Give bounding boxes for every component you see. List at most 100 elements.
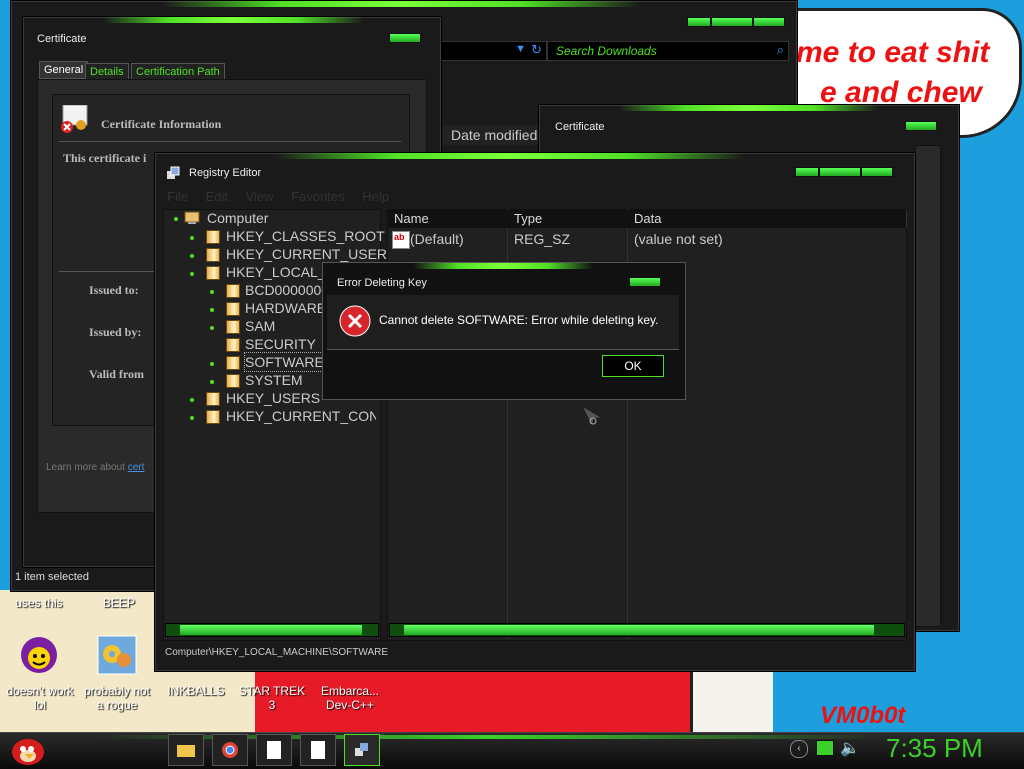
- certificate-2-panel-edge: [915, 145, 941, 627]
- search-icon[interactable]: ⌕: [777, 42, 784, 58]
- desktop-icon-label-gears[interactable]: probably not a rogue: [80, 684, 154, 712]
- list-row-data[interactable]: (value not set): [634, 230, 723, 248]
- tree-item-security[interactable]: SECURITY: [245, 335, 316, 353]
- registry-maximize-button[interactable]: [819, 167, 861, 177]
- folder-icon: [206, 230, 220, 244]
- folder-icon: [206, 392, 220, 406]
- error-dialog-body: Cannot delete SOFTWARE: Error while dele…: [327, 295, 679, 350]
- tree-item-hkey-users[interactable]: HKEY_USERS: [226, 389, 320, 407]
- expand-icon[interactable]: [190, 236, 194, 240]
- folder-icon: [206, 248, 220, 262]
- certificate-title: Certificate: [37, 33, 87, 45]
- explorer-glow: [161, 1, 641, 7]
- expand-icon[interactable]: [190, 398, 194, 402]
- explorer-close-button[interactable]: [753, 17, 785, 27]
- certificate-close-button[interactable]: [389, 33, 421, 43]
- explorer-status: 1 item selected: [15, 571, 89, 583]
- taskbar-document-icon-2[interactable]: [300, 734, 336, 766]
- folder-icon: [226, 374, 240, 388]
- desktop-icon-label-inkballs[interactable]: INKBALLS: [160, 684, 232, 698]
- ok-button[interactable]: OK: [602, 355, 664, 377]
- registry-icon: [165, 165, 181, 181]
- tree-item-computer[interactable]: Computer: [207, 209, 268, 227]
- desktop-icon-label-star-trek[interactable]: STAR TREK 3: [236, 684, 308, 712]
- taskbar-document-icon[interactable]: [256, 734, 292, 766]
- explorer-maximize-button[interactable]: [711, 17, 753, 27]
- refresh-icon[interactable]: ↻: [531, 42, 542, 58]
- error-dialog-close-button[interactable]: [629, 277, 661, 287]
- tree-item-hkey-current-config[interactable]: HKEY_CURRENT_CONFI: [226, 407, 376, 425]
- expand-icon[interactable]: [190, 254, 194, 258]
- expand-icon[interactable]: [210, 290, 214, 294]
- divider: [59, 141, 401, 142]
- explorer-minimize-button[interactable]: [687, 17, 711, 27]
- learn-more-link[interactable]: cert: [128, 462, 145, 473]
- tray-volume-icon[interactable]: 🔈: [840, 738, 860, 758]
- folder-icon: [226, 320, 240, 334]
- gears-icon[interactable]: [94, 632, 140, 678]
- folder-icon: [226, 356, 240, 370]
- registry-menubar: File Edit View Favorites Help: [167, 189, 389, 204]
- taskbar: [0, 732, 1024, 769]
- expand-icon[interactable]: [174, 217, 178, 221]
- desktop-icon-label-yahoo[interactable]: doesn't work lol: [0, 684, 80, 712]
- menu-file[interactable]: File: [167, 189, 188, 204]
- expand-icon[interactable]: [190, 416, 194, 420]
- tree-item-hkey-local-machine[interactable]: HKEY_LOCAL_: [226, 263, 326, 281]
- list-horizontal-scrollbar[interactable]: [389, 623, 905, 637]
- list-row-type[interactable]: REG_SZ: [514, 230, 570, 248]
- menu-edit[interactable]: Edit: [206, 189, 228, 204]
- column-header-type[interactable]: Type: [508, 210, 629, 228]
- certificate-purpose-text: This certificate i: [63, 151, 147, 165]
- folder-icon: [226, 284, 240, 298]
- column-header-data[interactable]: Data: [628, 210, 907, 228]
- taskbar-clock[interactable]: 7:35 PM: [886, 733, 983, 764]
- chevron-down-icon[interactable]: ▼: [515, 43, 526, 55]
- error-icon: [339, 305, 371, 337]
- certificate-icon: [59, 104, 89, 133]
- issued-by-label: Issued by:: [89, 325, 142, 339]
- tray-chevron-icon[interactable]: ‹: [790, 740, 808, 758]
- expand-icon[interactable]: [210, 362, 214, 366]
- list-row-name[interactable]: (Default): [410, 230, 464, 248]
- menu-help[interactable]: Help: [362, 189, 389, 204]
- registry-close-button[interactable]: [861, 167, 893, 177]
- collapse-icon[interactable]: [190, 272, 194, 276]
- registry-minimize-button[interactable]: [795, 167, 819, 177]
- expand-icon[interactable]: [210, 308, 214, 312]
- desktop-label-beep[interactable]: BEEP: [84, 596, 154, 610]
- column-header-name[interactable]: Name: [388, 210, 513, 228]
- tray-network-icon[interactable]: [816, 740, 834, 756]
- string-value-icon: ab: [392, 231, 410, 249]
- tree-item-hardware[interactable]: HARDWARE: [245, 299, 326, 317]
- tree-item-software-selected[interactable]: SOFTWARE: [244, 352, 325, 372]
- divider: [59, 271, 155, 272]
- tree-horizontal-scrollbar[interactable]: [165, 623, 379, 637]
- menu-view[interactable]: View: [246, 189, 274, 204]
- certificate-2-close-button[interactable]: [905, 121, 937, 131]
- search-input[interactable]: Search Downloads ⌕: [547, 41, 789, 61]
- expand-icon[interactable]: [210, 326, 214, 330]
- taskbar-folder-icon[interactable]: [168, 734, 204, 766]
- start-button-angry-bird-icon[interactable]: [8, 732, 48, 766]
- tree-item-sam[interactable]: SAM: [245, 317, 275, 335]
- certificate-info-title: Certificate Information: [101, 117, 222, 131]
- taskbar-chrome-icon[interactable]: [212, 734, 248, 766]
- explorer-address-bar[interactable]: ▼ ↻: [439, 41, 547, 61]
- wallpaper-vm-tag: VM0b0t: [820, 702, 906, 729]
- yahoo-messenger-icon[interactable]: [16, 632, 62, 678]
- tree-item-hkey-current-user[interactable]: HKEY_CURRENT_USER: [226, 245, 387, 263]
- menu-favorites[interactable]: Favorites: [291, 189, 344, 204]
- tree-item-hkey-classes-root[interactable]: HKEY_CLASSES_ROOT: [226, 227, 385, 245]
- tree-item-bcd[interactable]: BCD0000000: [245, 281, 329, 299]
- taskbar-registry-icon[interactable]: [344, 734, 380, 766]
- learn-more-text: Learn more about cert: [46, 462, 144, 473]
- expand-icon[interactable]: [210, 380, 214, 384]
- tab-general[interactable]: General: [39, 61, 89, 79]
- error-message: Cannot delete SOFTWARE: Error while dele…: [379, 313, 659, 327]
- folder-icon: [206, 410, 220, 424]
- desktop-icon-label-embarcadero[interactable]: Embarca... Dev-C++: [312, 684, 388, 712]
- learn-more-label: Learn more about: [46, 462, 125, 473]
- desktop-label-uses-this[interactable]: uses this: [4, 596, 74, 610]
- tree-item-system[interactable]: SYSTEM: [245, 371, 303, 389]
